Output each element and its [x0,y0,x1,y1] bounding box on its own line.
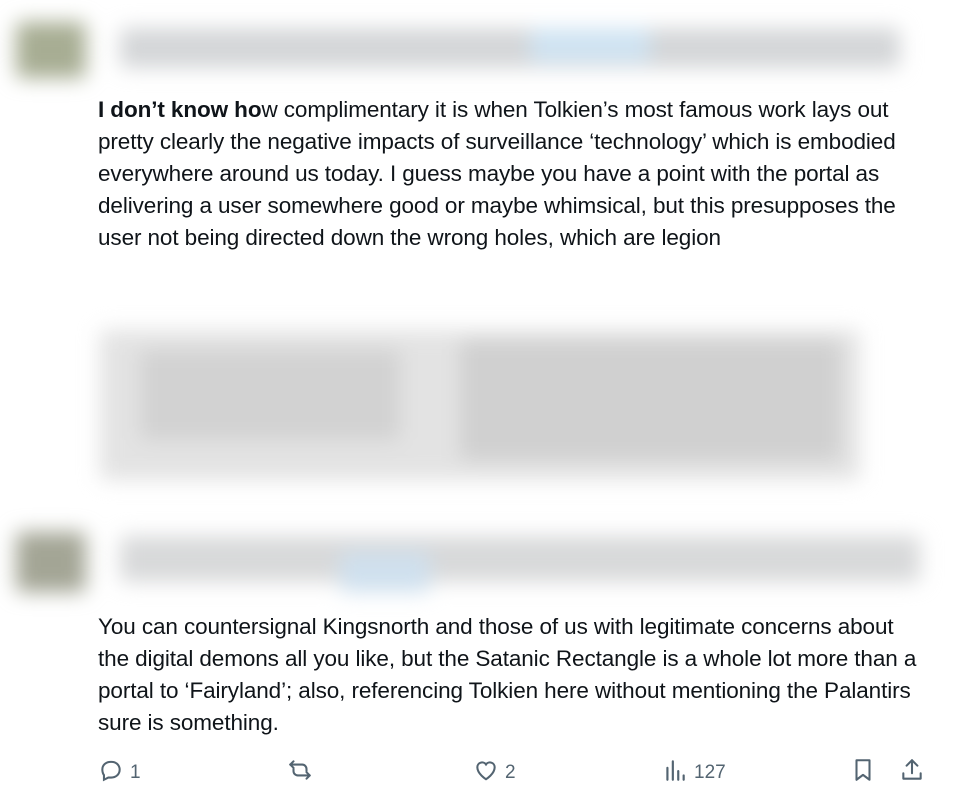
blurred-middle-shape-2 [140,350,400,440]
blurred-avatar [16,22,86,78]
blurred-name-accent-2 [340,552,430,592]
share-icon [899,757,925,789]
reply-text-2: You can countersignal Kingsnorth and tho… [98,614,917,735]
repost-button[interactable] [287,757,319,789]
like-button[interactable]: 2 [473,757,516,789]
reply-icon [98,757,124,789]
reply-text-1-bold: I don’t know ho [98,97,262,122]
reply-text-1: I don’t know how complimentary it is whe… [98,94,928,254]
blurred-middle-shape-3 [460,340,840,460]
like-count: 2 [505,762,516,783]
reply-button[interactable]: 1 [98,757,141,789]
repost-icon [287,757,313,789]
blurred-header-bottom [10,512,950,604]
reply-count: 1 [130,762,141,783]
blurred-name-line-2 [120,536,920,582]
blurred-middle-block [0,310,960,510]
bookmark-button[interactable] [850,757,876,789]
bookmark-icon [850,757,876,789]
blurred-avatar-2 [16,532,86,592]
share-button[interactable] [899,757,925,789]
blurred-name-accent [530,28,650,62]
views-button[interactable]: 127 [662,757,726,789]
action-bar: 1 2 127 [0,757,960,791]
heart-icon [473,757,499,789]
blurred-header-top [10,8,950,90]
blurred-name-line [120,28,900,68]
views-icon [662,757,688,789]
views-count: 127 [694,762,726,783]
